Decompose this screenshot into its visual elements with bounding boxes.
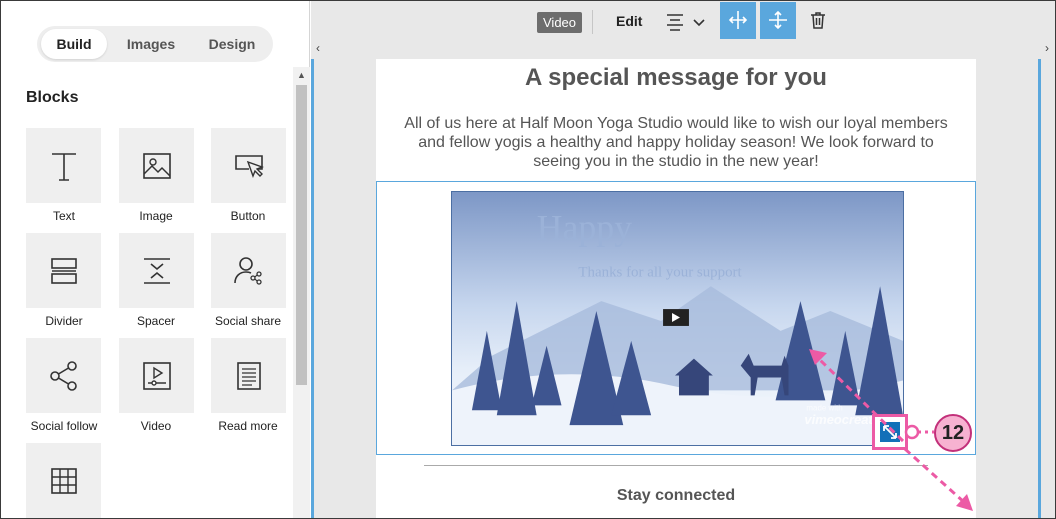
block-text[interactable] [26, 128, 101, 203]
block-social-follow[interactable] [26, 338, 101, 413]
toolbar-separator [592, 10, 593, 34]
email-divider [424, 465, 928, 466]
text-icon [52, 153, 76, 181]
scrollbar-thumb[interactable] [296, 85, 307, 385]
align-dropdown[interactable] [666, 11, 710, 33]
selected-element-badge: Video [537, 12, 583, 33]
block-label-image: Image [139, 209, 173, 223]
block-divider[interactable] [26, 233, 101, 308]
align-icon [667, 14, 683, 31]
fit-height-icon [769, 10, 787, 30]
video-icon [143, 362, 171, 390]
block-toolbar: Video Edit ‹ › [311, 1, 1055, 55]
block-read-more[interactable] [211, 338, 286, 413]
trash-icon [811, 12, 825, 29]
video-block[interactable]: Happy Thanks for all your support made w… [376, 181, 976, 455]
block-spacer[interactable] [119, 233, 194, 308]
image-icon [143, 153, 171, 179]
block-label-video: Video [140, 419, 172, 433]
scroll-right-arrow-icon[interactable]: › [1045, 41, 1049, 55]
block-label-read-more: Read more [218, 419, 278, 433]
fit-width-button[interactable] [720, 2, 756, 39]
tab-images[interactable]: Images [115, 29, 187, 59]
canvas-edge-right [1038, 59, 1041, 518]
app-window: Build Images Design Blocks Text Image Bu… [0, 0, 1056, 519]
canvas-edge-left [311, 59, 314, 518]
block-label-divider: Divider [45, 314, 83, 328]
block-label-social-follow: Social follow [30, 419, 98, 433]
social-share-icon [234, 257, 262, 285]
email-canvas: A special message for you All of us here… [376, 59, 976, 518]
email-title[interactable]: A special message for you [376, 64, 976, 92]
resize-diagonal-icon [880, 422, 900, 442]
tab-design[interactable]: Design [195, 29, 269, 59]
block-label-social-share: Social share [214, 314, 282, 328]
divider-icon [51, 258, 77, 284]
scroll-up-arrow-icon[interactable]: ▲ [297, 70, 306, 80]
block-image[interactable] [119, 128, 194, 203]
fit-height-button[interactable] [760, 2, 796, 39]
video-resize-handle[interactable] [872, 414, 908, 450]
video-thumbnail[interactable]: Happy Thanks for all your support made w… [451, 191, 904, 446]
block-table[interactable] [26, 443, 101, 518]
watermark-brand: vimeocreate [804, 412, 879, 427]
block-label-spacer: Spacer [136, 314, 176, 328]
block-label-button: Button [230, 209, 266, 223]
delete-button[interactable] [800, 2, 836, 39]
block-social-share[interactable] [211, 233, 286, 308]
block-label-text: Text [52, 209, 75, 223]
tab-build[interactable]: Build [41, 29, 107, 59]
left-panel: Build Images Design Blocks Text Image Bu… [1, 1, 310, 518]
panel-scrollbar[interactable]: ▲ [293, 67, 310, 518]
panel-tabs: Build Images Design [37, 26, 273, 62]
winter-scene-image: Happy Thanks for all your support made w… [452, 192, 903, 445]
video-subline: Thanks for all your support [578, 264, 742, 280]
blocks-heading: Blocks [26, 89, 79, 106]
video-headline: Happy [537, 208, 633, 248]
fit-width-icon [728, 11, 748, 29]
social-follow-icon [50, 361, 77, 391]
step-number-badge: 12 [934, 414, 972, 452]
email-body-text[interactable]: All of us here at Half Moon Yoga Studio … [396, 114, 956, 171]
table-icon [51, 468, 77, 494]
scroll-left-arrow-icon[interactable]: ‹ [316, 41, 320, 55]
play-icon [663, 309, 689, 326]
watermark-made-with: made with [806, 403, 842, 412]
chevron-down-icon [693, 19, 705, 27]
stay-connected-heading[interactable]: Stay connected [376, 487, 976, 505]
spacer-icon [144, 258, 170, 284]
block-button[interactable] [211, 128, 286, 203]
edit-button[interactable]: Edit [616, 13, 642, 29]
block-video[interactable] [119, 338, 194, 413]
read-more-icon [237, 362, 261, 390]
button-icon [235, 155, 264, 178]
